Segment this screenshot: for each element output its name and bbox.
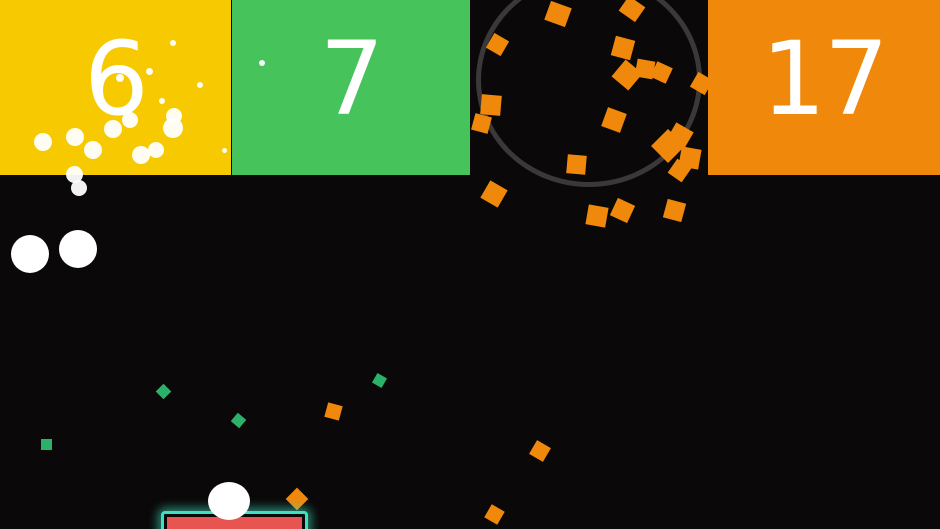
number-block-orange: 17 xyxy=(708,0,940,175)
green-shard xyxy=(155,383,172,400)
orange-shard xyxy=(484,504,505,525)
particle-dot xyxy=(148,142,164,158)
orange-shard xyxy=(285,487,309,511)
ball-icon xyxy=(208,482,250,520)
particle-dot xyxy=(34,133,52,151)
particle-dot xyxy=(170,40,176,46)
particle-dot xyxy=(66,128,84,146)
block-value: 7 xyxy=(319,20,385,139)
orange-shard xyxy=(480,94,502,116)
particle-dot xyxy=(166,108,182,124)
green-shard xyxy=(230,412,247,429)
orange-shard xyxy=(585,204,609,228)
ball-icon xyxy=(59,230,97,268)
particle-dot xyxy=(146,68,153,75)
block-value: 17 xyxy=(761,20,889,139)
green-shard xyxy=(41,439,52,450)
orange-shard xyxy=(480,180,508,208)
particle-dot xyxy=(197,82,203,88)
particle-dot xyxy=(159,98,165,104)
game-canvas[interactable]: 6 7 17 xyxy=(0,0,940,529)
orange-shard xyxy=(529,440,551,462)
orange-shard xyxy=(662,198,687,223)
orange-shard xyxy=(566,154,587,175)
orange-shard xyxy=(609,197,636,224)
particle-dot xyxy=(259,60,265,66)
number-block-green: 7 xyxy=(232,0,470,175)
particle-dot xyxy=(116,74,124,82)
particle-dot xyxy=(84,141,102,159)
number-block-yellow: 6 xyxy=(0,0,231,175)
particle-dot xyxy=(122,112,138,128)
green-shard xyxy=(371,372,388,389)
particle-dot xyxy=(71,180,87,196)
particle-dot xyxy=(104,120,122,138)
particle-dot xyxy=(222,148,227,153)
ball-icon xyxy=(11,235,49,273)
orange-shard xyxy=(324,402,343,421)
